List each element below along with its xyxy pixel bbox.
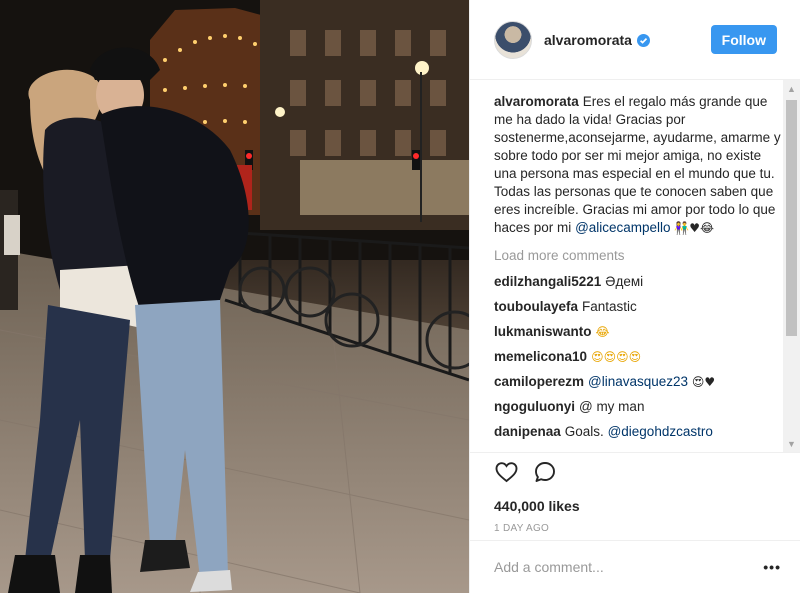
comment-username[interactable]: memelicona10 (494, 349, 587, 364)
load-more-comments-link[interactable]: Load more comments (494, 247, 787, 265)
comment-text: @ my man (578, 399, 645, 414)
comment-text: Әдемі (605, 274, 644, 289)
post-photo[interactable] (0, 0, 469, 593)
scroll-thumb[interactable] (786, 100, 797, 336)
comment-item: edilzhangali5221 Әдемі (494, 273, 787, 291)
heart-icon[interactable] (494, 460, 519, 489)
scroll-up-arrow-icon[interactable]: ▲ (783, 80, 800, 97)
comments-list[interactable]: alvaromorata Eres el regalo más grande qu… (470, 80, 800, 452)
comment-username[interactable]: camiloperezm (494, 374, 584, 389)
caption-username[interactable]: alvaromorata (494, 94, 579, 109)
action-icons (494, 461, 777, 488)
add-comment-input[interactable] (494, 559, 764, 575)
comment-text: 😍😍😍😍 (591, 350, 642, 364)
comment-mention-link[interactable]: @linavasquez23 (588, 374, 688, 389)
photo-scene (0, 0, 469, 593)
comment-item: danipenaa Goals. @diegohdzcastro (494, 423, 787, 441)
post-header: alvaromorata Follow (470, 0, 800, 80)
comment-username[interactable]: edilzhangali5221 (494, 274, 601, 289)
comment-item: lukmaniswanto 😂 (494, 323, 787, 341)
comment-icon[interactable] (533, 460, 557, 489)
comments-scrollbar[interactable]: ▲ ▼ (783, 80, 800, 452)
caption-emoji: 👫♥😂 (674, 221, 715, 235)
comment-item: touboulayefa Fantastic (494, 298, 787, 316)
verified-badge-icon (636, 33, 650, 47)
comment-text: Fantastic (582, 299, 637, 314)
post-timestamp: 1 DAY AGO (494, 523, 550, 534)
comment-item: camiloperezm @linavasquez23 😍♥ (494, 373, 787, 391)
avatar[interactable] (494, 20, 532, 59)
comment-item: memelicona10 😍😍😍😍 (494, 348, 787, 366)
caption-text: Eres el regalo más grande que me ha dado… (494, 94, 781, 235)
caption-mention-link[interactable]: @alicecampello (575, 220, 671, 235)
comment-username[interactable]: ngoguluonyi (494, 399, 575, 414)
post-actions: 440,000 likes 1 DAY AGO (470, 452, 800, 540)
comment-username[interactable]: danipenaa (494, 424, 561, 439)
comment-username[interactable]: touboulayefa (494, 299, 578, 314)
header-username[interactable]: alvaromorata (544, 32, 650, 48)
comment-username[interactable]: lukmaniswanto (494, 324, 592, 339)
comment-text: Goals. (564, 424, 604, 439)
comment-item: ngoguluonyi @ my man (494, 398, 787, 416)
add-comment-bar: ••• (470, 540, 800, 593)
follow-button[interactable]: Follow (710, 25, 777, 54)
comment-mention-link[interactable]: @diegohdzcastro (608, 424, 713, 439)
post-details-panel: alvaromorata Follow alvaromorata Eres el … (469, 0, 800, 593)
scroll-down-arrow-icon[interactable]: ▼ (783, 435, 800, 452)
more-options-icon[interactable]: ••• (763, 559, 781, 575)
comment-text: 😂 (595, 325, 610, 339)
likes-count[interactable]: 440,000 likes (494, 498, 777, 514)
comment-emoji: 😍♥ (691, 375, 716, 389)
post-caption: alvaromorata Eres el regalo más grande qu… (494, 93, 787, 237)
